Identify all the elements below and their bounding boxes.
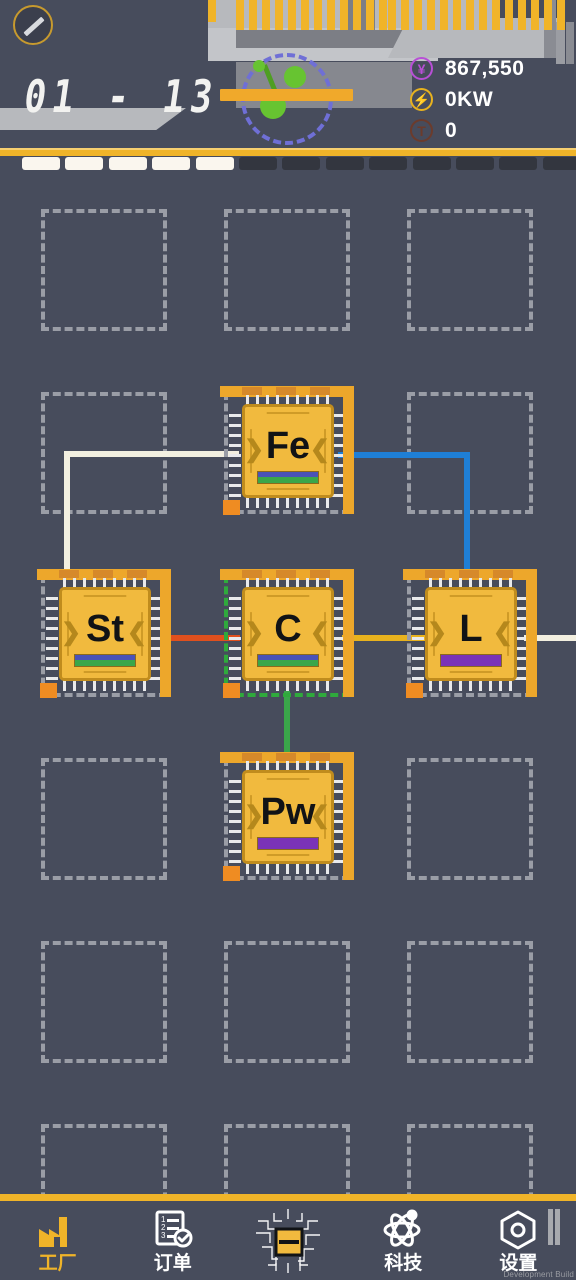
stage-segment xyxy=(239,157,277,170)
no-entry-icon[interactable] xyxy=(13,5,53,45)
machine-progress-bar xyxy=(257,471,319,484)
machine-corner-nub xyxy=(223,683,240,698)
game-header: 01 - 13 ¥ 867,550 ⚡ 0KW T 0 xyxy=(0,0,576,152)
stage-segment xyxy=(282,157,321,170)
stage-segment xyxy=(325,157,364,170)
machine-progress-bar xyxy=(440,654,502,667)
bottom-navigation: 工厂 1 2 3 订单 科技 设置 Development Build xyxy=(0,1194,576,1280)
wire-iron-to-l xyxy=(338,452,470,458)
machine-progress-bar xyxy=(74,654,136,667)
stage-segment xyxy=(412,157,451,170)
empty-slot[interactable] xyxy=(407,941,533,1063)
atom-icon xyxy=(380,1209,426,1251)
machine-input-chevron-icon: ❯ xyxy=(427,619,448,646)
nav-item-tech[interactable]: 科技 xyxy=(346,1201,461,1280)
wire-iron-to-l xyxy=(464,452,470,576)
connector-fingers xyxy=(208,0,216,30)
power-bolt-icon: ⚡ xyxy=(410,88,433,111)
svg-text:3: 3 xyxy=(161,1231,166,1240)
machine-progress-fill xyxy=(258,660,318,666)
empty-slot[interactable] xyxy=(407,209,533,331)
molecule-atom xyxy=(253,60,265,72)
empty-slot[interactable] xyxy=(224,209,350,331)
nav-item-orders[interactable]: 1 2 3 订单 xyxy=(115,1201,230,1280)
machine-progress-bar xyxy=(257,837,319,850)
machine-progress-fill xyxy=(75,660,135,666)
machine-corner-nub xyxy=(223,500,240,515)
wire-steel-to-iron xyxy=(64,457,70,577)
machine-output-chevron-icon: ❮ xyxy=(309,802,330,829)
empty-slot[interactable] xyxy=(41,758,167,880)
chip-icon xyxy=(252,1207,324,1275)
molecule-atom xyxy=(284,66,306,88)
nav-label-tech: 科技 xyxy=(384,1252,423,1274)
stage-segment xyxy=(456,157,494,170)
resource-power: ⚡ 0KW xyxy=(410,85,570,114)
stage-segment xyxy=(542,157,576,170)
molecule-progress-icon xyxy=(220,48,353,148)
nav-label-factory: 工厂 xyxy=(38,1252,77,1274)
wire-carbon-to-power xyxy=(284,691,290,759)
stage-segment xyxy=(65,157,104,170)
machine-output-chevron-icon: ❮ xyxy=(492,619,513,646)
factory-icon xyxy=(35,1209,81,1251)
machine-rail-right xyxy=(343,752,354,880)
development-build-watermark: Development Build xyxy=(503,1270,574,1279)
resource-money: ¥ 867,550 xyxy=(410,54,570,83)
molecule-bar xyxy=(220,89,353,101)
navbar-rail-nub xyxy=(548,1209,566,1245)
resource-token-value: 0 xyxy=(445,118,458,142)
machine-rail-right xyxy=(526,569,537,697)
machine-output-chevron-icon: ❮ xyxy=(309,619,330,646)
machine-corner-nub xyxy=(406,683,423,698)
stage-segment xyxy=(369,157,408,170)
level-indicator: 01 - 13 xyxy=(20,72,222,124)
connector-fingers xyxy=(236,0,387,30)
machine-progress-bar xyxy=(257,654,319,667)
empty-slot[interactable] xyxy=(41,941,167,1063)
empty-slot[interactable] xyxy=(224,941,350,1063)
machine-input-chevron-icon: ❯ xyxy=(244,802,265,829)
machine-corner-nub xyxy=(223,866,240,881)
stage-progress-strip xyxy=(0,157,576,172)
machine-corner-nub xyxy=(40,683,57,698)
machine-tile[interactable]: Fe ❯ ❮ xyxy=(220,386,354,515)
machine-rail-right xyxy=(343,386,354,514)
machine-tile[interactable]: C ❯ ❮ xyxy=(220,569,354,698)
machine-progress-fill xyxy=(258,477,318,483)
orders-list-icon: 1 2 3 xyxy=(150,1209,196,1251)
machine-input-chevron-icon: ❯ xyxy=(61,619,82,646)
resource-power-value: 0KW xyxy=(445,87,494,111)
machine-rail-right xyxy=(343,569,354,697)
stage-segment xyxy=(152,157,191,170)
nav-item-chip[interactable] xyxy=(230,1201,345,1280)
machine-input-chevron-icon: ❯ xyxy=(244,436,265,463)
machine-tile[interactable]: L ❯ ❮ xyxy=(403,569,537,698)
stage-segment xyxy=(499,157,538,170)
stage-segment xyxy=(195,157,234,170)
machine-output-chevron-icon: ❮ xyxy=(309,436,330,463)
machine-input-chevron-icon: ❯ xyxy=(244,619,265,646)
factory-grid[interactable]: Fe ❯ ❮ St ❯ ❮ C ❯ ❮ L ❯ ❮ Pw ❯ ❮ xyxy=(0,176,576,1246)
resource-panel: ¥ 867,550 ⚡ 0KW T 0 xyxy=(410,54,570,147)
yen-coin-icon: ¥ xyxy=(410,57,433,80)
token-icon: T xyxy=(410,119,433,142)
empty-slot[interactable] xyxy=(407,758,533,880)
empty-slot[interactable] xyxy=(41,209,167,331)
stage-segment xyxy=(22,157,60,170)
settings-hex-icon xyxy=(495,1209,541,1251)
machine-rail-right xyxy=(160,569,171,697)
resource-money-value: 867,550 xyxy=(445,56,525,80)
machine-tile[interactable]: Pw ❯ ❮ xyxy=(220,752,354,881)
nav-label-orders: 订单 xyxy=(153,1252,192,1274)
header-rail xyxy=(0,148,576,156)
wire-steel-to-iron xyxy=(64,451,239,457)
machine-tile[interactable]: St ❯ ❮ xyxy=(37,569,171,698)
machine-output-chevron-icon: ❮ xyxy=(126,619,147,646)
connector-fingers xyxy=(388,0,565,30)
nav-item-factory[interactable]: 工厂 xyxy=(0,1201,115,1280)
stage-segment xyxy=(108,157,147,170)
resource-token: T 0 xyxy=(410,116,570,145)
